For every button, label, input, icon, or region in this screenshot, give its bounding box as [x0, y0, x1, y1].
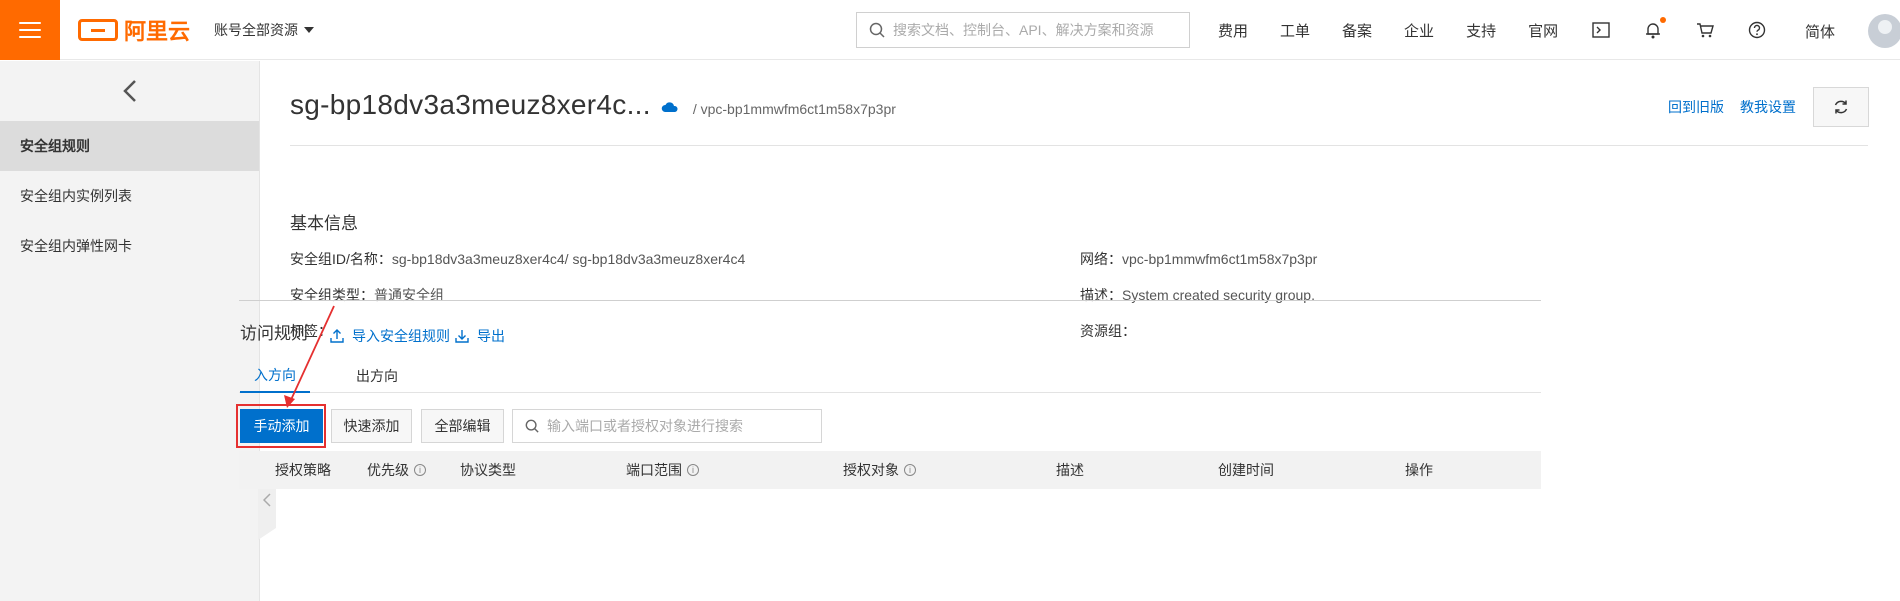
sidebar-item-label: 安全组内弹性网卡	[20, 238, 132, 254]
column-label: 操作	[1405, 462, 1433, 478]
refresh-button[interactable]	[1813, 87, 1869, 127]
column-header-actions: 操作	[1405, 451, 1433, 489]
column-header-protocol[interactable]: 协议类型	[460, 451, 516, 489]
rule-search-input[interactable]	[547, 418, 821, 434]
top-nav-icons	[1590, 0, 1768, 60]
menu-line	[19, 35, 41, 38]
rule-search-box[interactable]	[512, 409, 822, 443]
chevron-left-icon	[263, 493, 271, 507]
hamburger-menu-button[interactable]	[0, 0, 60, 60]
page-title: sg-bp18dv3a3meuz8xer4c...	[290, 89, 651, 120]
bell-icon[interactable]	[1642, 17, 1666, 41]
export-link[interactable]: 导出	[455, 326, 505, 346]
export-label: 导出	[477, 328, 505, 344]
edit-all-button[interactable]: 全部编辑	[421, 409, 504, 443]
refresh-icon	[1834, 100, 1848, 114]
column-header-description[interactable]: 描述	[1056, 451, 1084, 489]
column-label: 优先级	[367, 462, 409, 478]
sidebar-item-eni-list[interactable]: 安全组内弹性网卡	[0, 221, 259, 271]
search-icon	[525, 419, 539, 433]
sidebar-item-security-group-rules[interactable]: 安全组规则	[0, 121, 259, 171]
notification-dot	[1660, 17, 1666, 23]
import-rules-label: 导入安全组规则	[352, 328, 450, 344]
column-header-priority[interactable]: 优先级 i	[367, 451, 426, 489]
vpc-breadcrumb[interactable]: / vpc-bp1mmwfm6ct1m58x7p3pr	[693, 101, 896, 117]
column-label: 协议类型	[460, 462, 516, 478]
search-icon	[869, 22, 885, 38]
nav-link-enterprise[interactable]: 企业	[1404, 20, 1434, 41]
sidebar-item-label: 安全组规则	[20, 138, 90, 154]
sidebar: 安全组规则 安全组内实例列表 安全组内弹性网卡	[0, 61, 260, 601]
back-to-old-version-link[interactable]: 回到旧版	[1668, 97, 1724, 117]
global-search-input[interactable]	[893, 22, 1189, 38]
column-header-auth-object[interactable]: 授权对象 i	[843, 451, 916, 489]
aliyun-logo[interactable]: 阿里云	[78, 14, 190, 46]
title-row: sg-bp18dv3a3meuz8xer4c... / vpc-bp1mmwfm…	[290, 89, 896, 121]
global-search-box[interactable]	[856, 12, 1190, 48]
chevron-left-icon	[122, 80, 136, 102]
rules-table-header: 授权策略 优先级 i 协议类型 端口范围 i 授权对象 i 描述 创建时间 操作	[239, 451, 1541, 489]
avatar[interactable]	[1868, 14, 1900, 48]
logo-text: 阿里云	[124, 18, 191, 44]
column-label: 授权对象	[843, 462, 899, 478]
menu-line	[19, 21, 41, 24]
menu-line	[19, 28, 41, 31]
info-icon[interactable]: i	[687, 464, 699, 476]
column-header-port-range[interactable]: 端口范围 i	[626, 451, 699, 489]
info-id-name: 安全组ID/名称：sg-bp18dv3a3meuz8xer4c4/ sg-bp1…	[290, 249, 745, 269]
info-network-value: vpc-bp1mmwfm6ct1m58x7p3pr	[1122, 251, 1318, 267]
download-icon	[455, 330, 469, 343]
divider	[290, 145, 1868, 146]
info-id-name-label: 安全组ID/名称：	[290, 251, 392, 267]
column-label: 描述	[1056, 462, 1084, 478]
column-label: 端口范围	[626, 462, 682, 478]
nav-link-official-site[interactable]: 官网	[1528, 20, 1558, 41]
top-right-links: 回到旧版 教我设置	[1668, 97, 1796, 117]
logo-mark-icon	[78, 18, 118, 41]
nav-link-tickets[interactable]: 工单	[1280, 20, 1310, 41]
column-label: 授权策略	[275, 462, 331, 478]
nav-link-icp[interactable]: 备案	[1342, 20, 1372, 41]
back-button[interactable]	[0, 61, 259, 121]
top-nav-links: 费用 工单 备案 企业 支持 官网	[1218, 0, 1590, 60]
terminal-icon[interactable]	[1590, 19, 1612, 41]
column-header-policy[interactable]: 授权策略	[275, 451, 331, 489]
nav-link-billing[interactable]: 费用	[1218, 20, 1248, 41]
caret-down-icon	[304, 26, 315, 33]
info-icon[interactable]: i	[414, 464, 426, 476]
quick-add-button[interactable]: 快速添加	[331, 409, 412, 443]
sidebar-item-label: 安全组内实例列表	[20, 188, 132, 204]
column-label: 创建时间	[1218, 462, 1274, 478]
info-icon[interactable]: i	[904, 464, 916, 476]
account-menu-label: 账号全部资源	[214, 21, 299, 38]
info-id-name-value: sg-bp18dv3a3meuz8xer4c4/ sg-bp18dv3a3meu…	[391, 251, 746, 267]
annotation-arrow	[284, 305, 335, 408]
direction-tabs: 入方向 出方向	[239, 358, 1541, 393]
tab-outbound[interactable]: 出方向	[342, 358, 412, 393]
column-header-created-time[interactable]: 创建时间	[1218, 451, 1274, 489]
sidebar-item-instance-list[interactable]: 安全组内实例列表	[0, 171, 259, 221]
account-resources-dropdown[interactable]: 账号全部资源	[214, 20, 315, 40]
help-icon[interactable]	[1746, 19, 1768, 41]
cloud-icon[interactable]	[661, 100, 679, 114]
basic-info-title: 基本信息	[290, 214, 358, 233]
info-network: 网络：vpc-bp1mmwfm6ct1m58x7p3pr	[1080, 249, 1317, 269]
info-description: 描述：System created security group.	[1080, 285, 1315, 305]
info-resource-group-label: 资源组：	[1080, 323, 1136, 339]
divider	[239, 300, 1541, 301]
language-switch[interactable]: 简体	[1805, 21, 1835, 42]
cart-icon[interactable]	[1694, 19, 1716, 41]
nav-link-support[interactable]: 支持	[1466, 20, 1496, 41]
info-network-label: 网络：	[1080, 251, 1122, 267]
tutorial-link[interactable]: 教我设置	[1740, 97, 1796, 117]
